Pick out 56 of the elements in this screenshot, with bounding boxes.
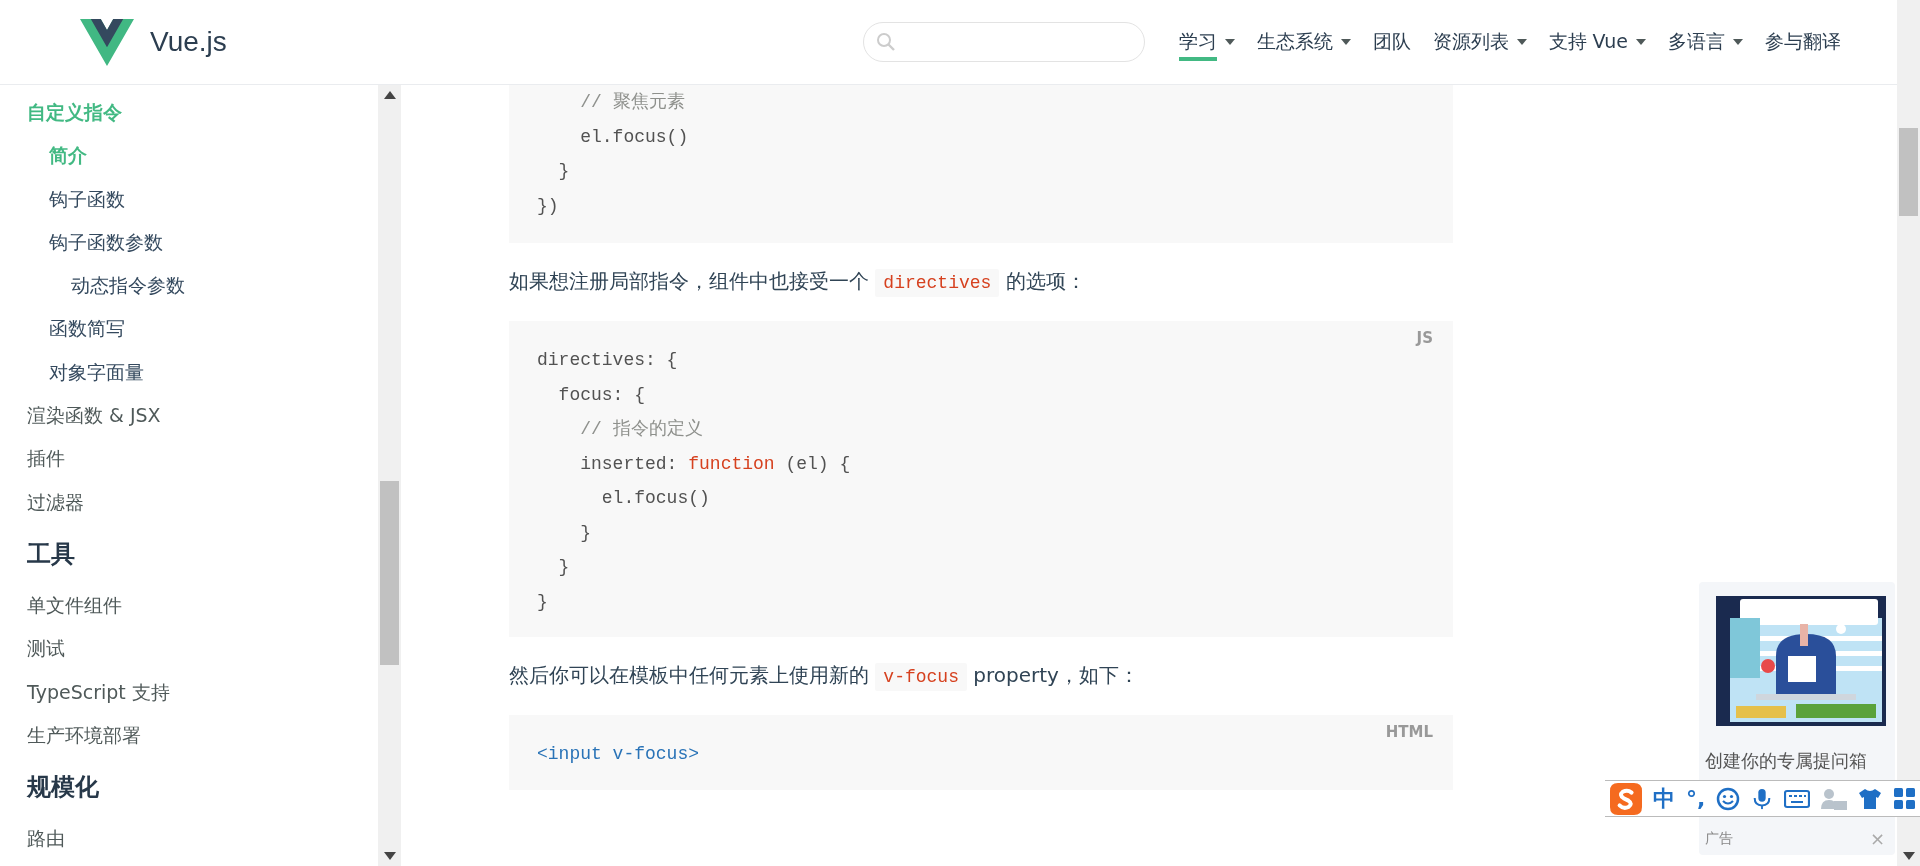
section-heading: 规模化 [27, 772, 99, 804]
sidebar-link[interactable]: TypeScript 支持 [27, 670, 170, 714]
language-label: JS [1416, 329, 1433, 347]
scrollbar-track[interactable] [378, 85, 401, 866]
logo-icon[interactable] [80, 18, 134, 66]
nav-link[interactable]: 生态系统 [1256, 21, 1351, 63]
nav-link[interactable]: 多语言 [1668, 21, 1743, 63]
code-line: } [557, 160, 571, 183]
code-line: inserted: function (el) { [579, 452, 852, 476]
input-mode-button[interactable]: 中 [1653, 783, 1675, 814]
sidebar-link[interactable]: 生产环境部署 [27, 713, 141, 758]
scroll-up-icon[interactable] [383, 91, 396, 99]
sidebar-link[interactable]: 过滤器 [27, 480, 84, 524]
code-line: directives: { [537, 349, 679, 372]
scroll-down-icon[interactable] [383, 852, 396, 860]
nav-link[interactable]: 学习 [1178, 21, 1235, 63]
site-title[interactable]: Vue.js [150, 26, 227, 58]
code-line: // 指令的定义 [579, 418, 704, 441]
scroll-down-icon[interactable] [1902, 852, 1915, 860]
code-line: } [579, 521, 592, 545]
ad-text: 创建你的专属提问箱 [1705, 749, 1868, 773]
sidebar-link[interactable]: 动态指令参数 [71, 264, 185, 308]
shirt-icon[interactable] [1858, 786, 1883, 811]
nav-link[interactable]: 支持 Vue [1548, 21, 1646, 63]
code-line: // 聚焦元素 [579, 91, 686, 114]
code-line: }) [537, 194, 560, 218]
sidebar-link[interactable]: 钩子函数 [49, 177, 125, 221]
sidebar-link[interactable]: 单文件组件 [27, 583, 122, 628]
code-line: focus: { [557, 383, 647, 407]
sidebar-link[interactable]: 钩子函数参数 [49, 220, 163, 265]
nav-link[interactable]: 团队 [1372, 21, 1411, 63]
smiley-icon[interactable] [1716, 786, 1741, 811]
scrollbar-track[interactable] [1897, 0, 1920, 866]
search-icon [875, 32, 896, 52]
code-line: <input v-focus> [537, 743, 701, 766]
section-heading: 工具 [27, 538, 75, 570]
nav-link[interactable]: 资源列表 [1432, 21, 1527, 63]
sidebar-link[interactable]: 对象字面量 [49, 350, 144, 395]
sidebar-link[interactable]: 渲染函数 & JSX [27, 394, 161, 438]
sidebar-link[interactable]: 函数简写 [49, 307, 125, 351]
paragraph: 然后你可以在模板中任何元素上使用新的 v-focus property，如下： [509, 659, 1453, 693]
ad-label: 广告 [1705, 829, 1733, 848]
input-method-logo-icon[interactable] [1610, 782, 1642, 815]
paragraph: 如果想注册局部指令，组件中也接受一个 directives 的选项： [509, 265, 1453, 299]
grid-icon[interactable] [1893, 787, 1917, 810]
language-label: HTML [1385, 723, 1433, 741]
code-line: el.focus() [600, 487, 711, 510]
code-line: el.focus() [579, 125, 690, 149]
code-line: } [537, 590, 549, 614]
code-line: } [557, 556, 571, 579]
sidebar-link[interactable]: 路由 [27, 817, 65, 861]
sidebar-link[interactable]: 测试 [27, 627, 65, 671]
scrollbar-thumb[interactable] [380, 481, 399, 665]
scrollbar-thumb[interactable] [1899, 128, 1918, 216]
sidebar-link[interactable]: 插件 [27, 437, 65, 481]
nav-link[interactable]: 参与翻译 [1765, 21, 1841, 63]
